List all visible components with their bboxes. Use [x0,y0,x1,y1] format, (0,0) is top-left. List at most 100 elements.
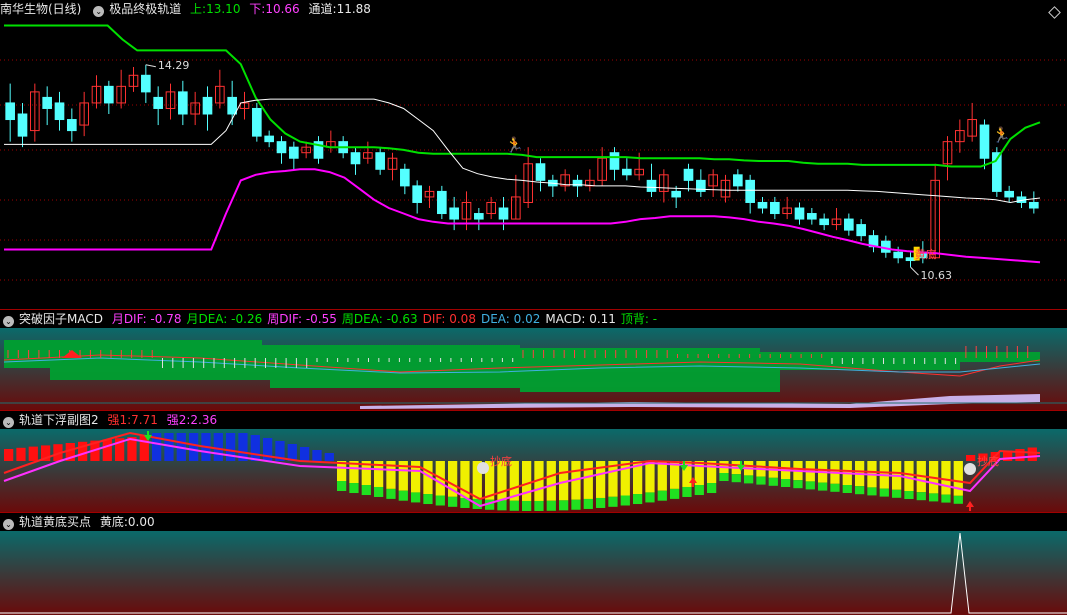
macd-toggle-icon[interactable]: ⌄ [3,316,14,327]
track-green-bar [349,483,359,494]
candle-body [905,257,916,262]
track-green-bar [719,473,729,481]
candle-body [844,218,854,231]
yellow-bottom-title: 轨道黄底买点 [19,515,92,529]
candle-body [449,207,459,220]
runner-icon: 🏃 [505,136,524,154]
candle-body [1004,190,1014,198]
candle-body [745,179,755,203]
track-green-bar [793,480,803,489]
track-green-bar [374,486,384,497]
track-green-bar [361,485,371,496]
stock-title: 南华生物(日线) [0,2,82,16]
low-price-pointer [910,266,919,276]
candle-body [227,96,237,115]
track-float-panel[interactable]: ⌄ 轨道下浮副图2 强1:7.71 强2:2.36 抄底 抄底 [0,411,1067,512]
yellow-bottom-background [0,531,1067,615]
candle-body [819,218,829,226]
track-green-bar [707,483,717,494]
track-bar [312,450,322,461]
track-green-bar [534,500,544,511]
track-green-bar [670,488,680,499]
track-green-bar [435,495,445,506]
track-bar [28,446,38,461]
candle-body [42,96,52,109]
track-green-bar [657,490,667,501]
track-bar [250,435,260,461]
kline-chart: 14.29 10.63 黄底 🏃 🏃 [0,24,1067,282]
track-green-bar [645,492,655,503]
candle-body [153,96,163,109]
track-bar [522,461,532,501]
track-green-bar [423,494,433,505]
buy-bottom-icon [964,463,976,475]
track-bar [953,461,963,496]
track-green-bar [953,495,963,504]
candle-body [646,179,657,192]
candle-body [5,102,15,121]
indicator-toggle-icon[interactable]: ⌄ [93,6,105,17]
yellow-bottom-value: 0.00 [127,515,155,529]
candle-body [881,240,891,253]
candle-body [67,119,77,132]
track-bar [620,461,630,496]
main-kline-panel[interactable]: 南华生物(日线) ⌄ 极品终极轨道 上:13.10 下:10.66 通道:11.8… [0,0,1067,310]
candle-body [535,163,546,181]
candle-body [893,251,903,259]
track-bar [1015,449,1025,461]
track-green-bar [916,492,926,501]
track-bar [16,447,26,461]
track-green-bar [818,482,828,491]
track-float-title: 轨道下浮副图2 [19,413,99,427]
candle-body [17,113,28,137]
macd-panel[interactable]: ⌄ 突破因子MACD 月DIF: -0.78 月DEA: -0.26 周DIF: -0… [0,310,1067,410]
candle-body [437,190,447,215]
macd-panel-header: ⌄ 突破因子MACD 月DIF: -0.78 月DEA: -0.26 周DIF: -0… [0,310,662,328]
macd-title: 突破因子MACD [19,312,103,326]
candle-body [400,168,410,187]
yellow-bottom-label: 黄底: [99,515,128,529]
track-green-bar [398,490,408,501]
candle-body [264,135,274,143]
candle-body [683,168,694,181]
track-green-bar [781,479,791,487]
track-bar [966,455,976,461]
candle-body [1029,201,1039,209]
candle-body [794,207,805,220]
main-panel-header: 南华生物(日线) ⌄ 极品终极轨道 上:13.10 下:10.66 通道:11.8… [0,0,376,18]
mid-band-value: 11.88 [336,2,371,16]
candle-body [289,146,299,159]
track-green-bar [411,492,421,503]
track-green-bar [682,486,692,497]
track-bar [324,453,334,461]
track-bar [583,461,593,499]
high-price-label: 14.29 [158,59,190,72]
candle-body [252,107,262,137]
track-green-bar [509,500,519,511]
candle-body [54,102,65,121]
candle-body [856,224,866,237]
track-green-bar [448,496,458,507]
macd-item-1: 月DEA: -0.26 [186,312,263,326]
macd-item-5: DEA: 0.02 [480,312,541,326]
track-green-bar [620,495,630,506]
track-green-bar [904,491,914,499]
buy-bottom-icon [477,462,489,474]
track-bar [645,461,655,493]
track-green-bar [879,488,889,497]
lower-band-value: 10.66 [265,2,300,16]
candle-body [141,74,151,93]
buy-bottom-marker-2: 抄底 [977,454,999,468]
yellow-bottom-toggle-icon[interactable]: ⌄ [3,519,14,530]
track-green-bar [731,474,741,483]
track-green-bar [830,483,840,492]
strength1-label: 强1: [107,413,132,427]
candle-body [770,201,780,215]
macd-item-6: MACD: 0.11 [545,312,616,326]
macd-item-7: 顶背: - [620,312,658,326]
track-bar [546,461,556,501]
yellow-bottom-panel[interactable]: ⌄ 轨道黄底买点 黄底:0.00 [0,513,1067,615]
track-green-bar [805,481,815,490]
track-float-toggle-icon[interactable]: ⌄ [3,417,14,428]
candle-body [757,201,768,209]
